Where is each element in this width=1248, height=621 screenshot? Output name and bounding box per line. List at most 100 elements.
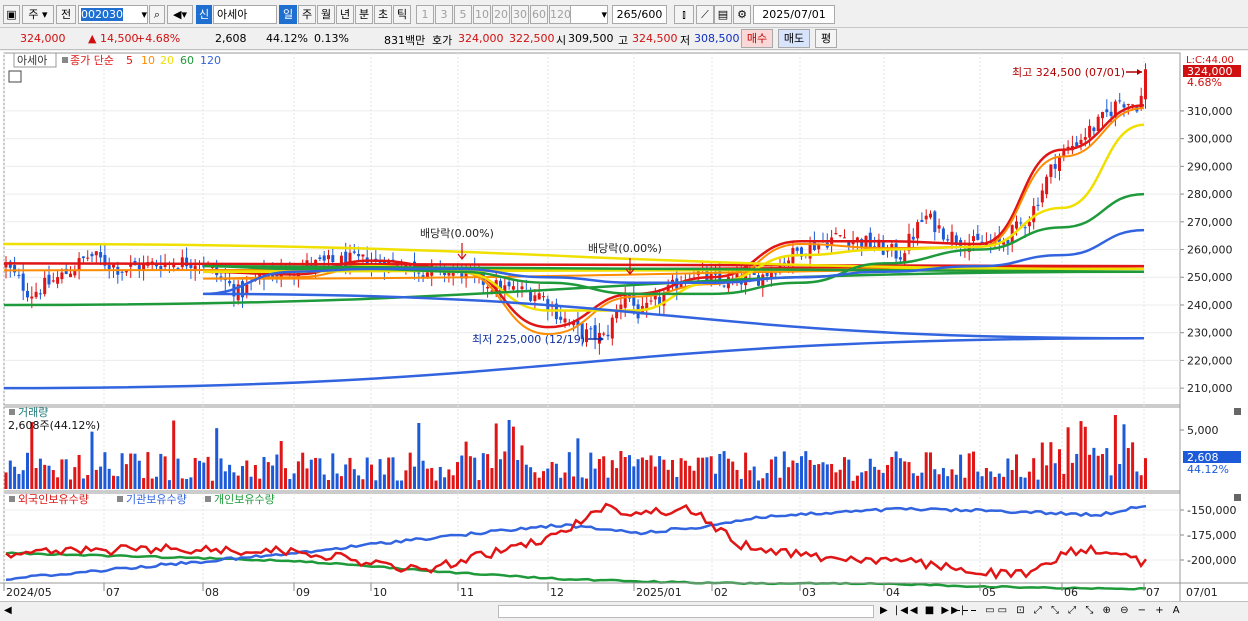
volume-bar [486,454,490,489]
interval-button-30[interactable]: 30 [511,5,529,24]
tool-icons[interactable]: ⎯⎯⎯ ▭▭ ⊡ ⤢ ⤡ ⤢ ⤡ ⊕ ⊖ − + A [955,605,1183,616]
period-mode-select[interactable]: 주 ▾ [22,5,54,24]
candle-body [937,225,941,229]
volume-bar [1109,475,1113,489]
volume-bar [1015,454,1018,489]
interval-button-60[interactable]: 60 [530,5,548,24]
volume-bar [524,464,528,489]
y-tick-label: 280,000 [1187,188,1233,201]
period-tab-4[interactable]: 분 [355,5,373,24]
candle-body [563,318,567,323]
interval-button-5[interactable]: 5 [454,5,472,24]
candle-body [1053,164,1057,169]
stock-code-input[interactable]: 002030 ▾ [78,5,148,24]
period-tab-6[interactable]: 틱 [393,5,411,24]
candle-body [352,251,356,253]
volume-bar [804,451,808,489]
volume-bar [800,456,803,489]
legend-ma-10: 10 [141,54,155,67]
gear-icon[interactable]: ⚙ [733,5,751,24]
volume-bar [357,475,361,489]
candle-body [486,286,490,289]
y-tick-label: 250,000 [1187,271,1233,284]
volume-bar [593,468,597,489]
volume-bar [51,470,55,489]
volume-bar [855,475,859,489]
volume-bar [679,458,683,489]
save-icon[interactable]: ▤ [714,5,732,24]
candle-body [511,286,515,290]
interval-button-1[interactable]: 1 [416,5,434,24]
volume-bar [309,459,313,489]
period-tab-3[interactable]: 년 [336,5,354,24]
volume-bar [903,461,907,489]
sell-button[interactable]: 매도 [778,29,810,48]
low-price: 308,500 [694,32,740,45]
candle-icon[interactable]: ⫾ [674,5,694,24]
scroll-left-icon[interactable]: ◀ [4,605,12,616]
stock-name-field[interactable]: 아세아 [213,5,277,24]
stock-chart[interactable]: 2024/05 07 08 09 10 11 12 2025/01 02 03 04 05 06 07 07… [0,51,1248,601]
prev-button[interactable]: 전 [56,5,76,24]
volume-bar [262,456,266,489]
count-field[interactable]: 265/600 [612,5,667,24]
eval-button[interactable]: 평 [815,29,837,48]
volume-bar [30,422,34,489]
volume-bar [615,468,619,489]
volume-bar [421,460,425,489]
volume-bar [1045,465,1049,489]
period-tab-2[interactable]: 월 [317,5,335,24]
date-field[interactable]: 2025/07/01 [753,5,835,24]
volume-bars [4,415,1147,489]
volume-bar [167,480,171,489]
candle-body [172,265,176,268]
interval-select[interactable]: ▾ [570,5,608,24]
candle-body [90,253,94,257]
new-badge[interactable]: 신 [196,5,212,24]
volume-bar [120,453,124,489]
bottom-scrollbar[interactable]: ◀ ▶ |◀◀ ■ ▶▶| ⎯⎯⎯ ▭▭ ⊡ ⤢ ⤡ ⤢ ⤡ ⊕ ⊖ − + A [0,601,1248,621]
interval-button-120[interactable]: 120 [549,5,571,24]
playback-controls[interactable]: ▶ |◀◀ ■ ▶▶| [880,605,966,616]
volume-bar [374,480,378,489]
volume-bar [619,451,623,489]
candle-body [26,290,29,298]
speaker-icon[interactable]: ◀▾ [167,5,193,24]
volume-bar [550,462,554,489]
volume-bar [950,469,954,489]
candle-body [180,257,184,268]
volume-bar [821,462,825,489]
interval-button-3[interactable]: 3 [435,5,453,24]
holding-close-icon [1234,494,1241,501]
volume-bar [787,467,791,489]
volume-bar [761,478,765,489]
holding-legend-square [205,496,211,502]
interval-button-10[interactable]: 10 [473,5,491,24]
y-tick-label: 260,000 [1187,244,1233,257]
volume-bar [490,468,494,489]
holding-legend-square [117,496,123,502]
draw-icon[interactable]: ⟋ [696,5,714,24]
scroll-thumb[interactable] [498,605,874,618]
volume-bar [817,464,821,489]
price-change: ▲ 14,500 [88,32,139,45]
candle-body [94,251,98,256]
search-icon[interactable]: ⌕ [149,5,165,24]
ask-price: 324,000 [458,32,504,45]
chart-area[interactable]: 2024/05 07 08 09 10 11 12 2025/01 02 03 04 05 06 07 07… [0,51,1248,601]
period-tab-0[interactable]: 일 [279,5,297,24]
volume-bar [1144,458,1147,489]
x-tick-label: 09 [296,586,310,599]
volume-bar [245,460,249,489]
volume-bar [314,457,318,489]
period-tab-5[interactable]: 초 [374,5,392,24]
layout-icon[interactable]: ▣ [3,5,20,24]
volume-bar [176,458,180,489]
period-tab-1[interactable]: 주 [298,5,316,24]
interval-button-20[interactable]: 20 [492,5,510,24]
volume-bar [920,472,924,489]
buy-button[interactable]: 매수 [741,29,773,48]
volume-bar [692,470,696,489]
candle-body [1122,104,1126,108]
volume-bar [791,460,795,489]
